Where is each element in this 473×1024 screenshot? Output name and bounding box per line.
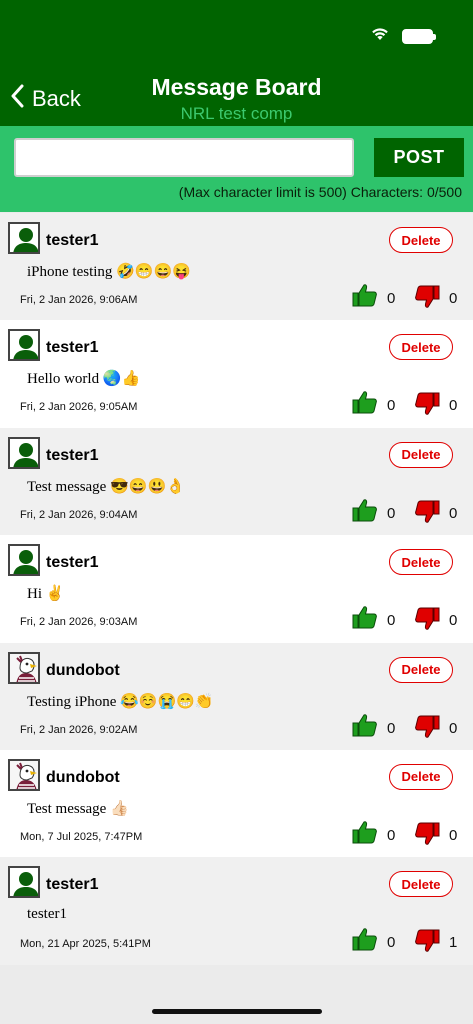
delete-button[interactable]: Delete <box>389 334 453 361</box>
post-button[interactable]: POST <box>374 138 464 177</box>
message-timestamp: Fri, 2 Jan 2026, 9:06AM <box>20 294 138 306</box>
message-username: dundobot <box>46 661 120 679</box>
like-count: 0 <box>387 826 396 844</box>
like-count: 0 <box>387 290 396 307</box>
message-timestamp: Fri, 2 Jan 2026, 9:05AM <box>20 401 138 414</box>
message-timestamp: Fri, 2 Jan 2026, 9:04AM <box>20 508 138 521</box>
message-username: tester1 <box>46 446 99 464</box>
message-item: tester1 Delete Test message 😎😄😃👌 Fri, 2 Jan… <box>0 427 473 536</box>
message-timestamp: Fri, 2 Jan 2026, 9:03AM <box>20 616 138 629</box>
dislike-count: 0 <box>449 826 458 844</box>
message-username: tester1 <box>46 232 99 249</box>
eagle-mascot-icon <box>8 758 40 791</box>
dislike-count: 0 <box>449 612 458 630</box>
message-text: Testing iPhone 😂☺️😭😁👏 <box>27 693 214 710</box>
app-header: Back Message Board NRL test comp <box>0 0 473 126</box>
user-silhouette-icon <box>8 222 40 254</box>
thumbs-down-icon[interactable] <box>414 714 440 740</box>
message-text: Test message 😎😄😃👌 <box>27 478 185 495</box>
message-username: dundobot <box>46 768 120 786</box>
message-text: tester1 <box>27 906 67 923</box>
thumbs-up-icon[interactable] <box>352 389 378 415</box>
message-timestamp: Mon, 21 Apr 2025, 5:41PM <box>20 938 151 951</box>
message-input[interactable] <box>14 138 354 177</box>
message-timestamp: Fri, 2 Jan 2026, 9:02AM <box>20 723 138 736</box>
message-item: tester1 Delete Hi ✌️ Fri, 2 Jan 2026, 9:03A… <box>0 535 473 643</box>
like-count: 0 <box>387 719 396 737</box>
message-item: tester1 Delete iPhone testing 🤣😁😄😝 Fri, 2 J… <box>0 213 473 321</box>
thumbs-down-icon[interactable] <box>414 391 440 417</box>
home-indicator <box>152 1009 322 1014</box>
message-item: tester1 Delete tester1 Mon, 21 Apr 2025, 5:… <box>0 857 473 965</box>
thumbs-down-icon[interactable] <box>414 284 440 310</box>
like-count: 0 <box>387 934 396 952</box>
char-limit-text: (Max character limit is 500) Characters:… <box>178 184 462 200</box>
wifi-icon <box>370 26 390 46</box>
like-count: 0 <box>387 612 396 630</box>
thumbs-down-icon[interactable] <box>414 499 440 525</box>
delete-button[interactable]: Delete <box>389 441 453 468</box>
delete-button[interactable]: Delete <box>389 227 453 253</box>
thumbs-up-icon[interactable] <box>352 819 378 845</box>
message-username: tester1 <box>46 339 99 357</box>
message-text: Test message 👍🏻 <box>27 800 129 817</box>
thumbs-down-icon[interactable] <box>414 821 440 847</box>
page-subtitle: NRL test comp <box>180 104 293 123</box>
message-text: Hello world 🌏👍 <box>27 371 141 388</box>
thumbs-down-icon[interactable] <box>414 606 440 632</box>
message-item: dundobot Delete Testing iPhone 😂☺️😭😁👏 Fri, … <box>0 642 473 750</box>
dislike-count: 0 <box>449 504 458 522</box>
thumbs-down-icon[interactable] <box>414 928 440 954</box>
status-bar <box>370 26 436 46</box>
dislike-count: 0 <box>449 397 458 415</box>
message-text: iPhone testing 🤣😁😄😝 <box>27 264 191 280</box>
user-silhouette-icon <box>8 436 40 469</box>
user-silhouette-icon <box>8 544 40 577</box>
page-title: Message Board <box>151 74 322 100</box>
message-text: Hi ✌️ <box>27 586 65 603</box>
battery-icon <box>402 28 436 44</box>
delete-button[interactable]: Delete <box>389 763 453 790</box>
like-count: 0 <box>387 504 396 522</box>
user-silhouette-icon <box>8 866 40 899</box>
message-timestamp: Mon, 7 Jul 2025, 7:47PM <box>20 830 143 843</box>
dislike-count: 1 <box>449 934 458 952</box>
message-item: tester1 Delete Hello world 🌏👍 Fri, 2 Jan 20… <box>0 320 473 428</box>
delete-button[interactable]: Delete <box>389 871 453 898</box>
thumbs-up-icon[interactable] <box>352 712 378 738</box>
thumbs-up-icon[interactable] <box>352 604 378 630</box>
dislike-count: 0 <box>449 719 458 737</box>
eagle-mascot-icon <box>8 651 40 684</box>
message-item: dundobot Delete Test message 👍🏻 Mon, 7 Jul … <box>0 749 473 858</box>
thumbs-up-icon[interactable] <box>352 282 378 308</box>
message-composer: POST (Max character limit is 500) Charac… <box>0 126 473 212</box>
thumbs-up-icon[interactable] <box>352 497 378 523</box>
dislike-count: 0 <box>449 290 458 307</box>
user-silhouette-icon <box>8 329 40 362</box>
delete-button[interactable]: Delete <box>389 656 453 683</box>
message-username: tester1 <box>46 876 99 894</box>
message-list: tester1 Delete iPhone testing 🤣😁😄😝 Fri, 2 J… <box>0 213 473 965</box>
message-username: tester1 <box>46 554 99 572</box>
thumbs-up-icon[interactable] <box>352 926 378 952</box>
delete-button[interactable]: Delete <box>389 549 453 576</box>
like-count: 0 <box>387 397 396 415</box>
